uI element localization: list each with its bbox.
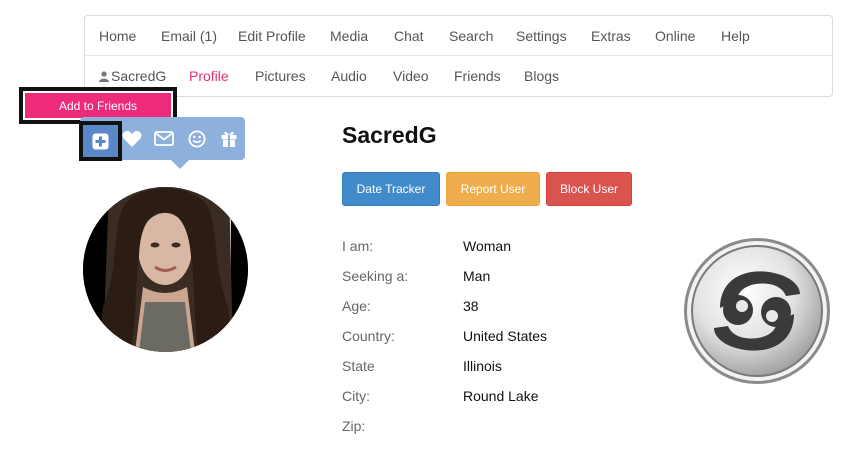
nav-user[interactable]: SacredG bbox=[99, 68, 166, 84]
nav-video[interactable]: Video bbox=[393, 68, 429, 84]
cancer-zodiac-icon bbox=[684, 238, 830, 384]
smile-icon bbox=[188, 130, 206, 147]
detail-label-i-am: I am: bbox=[342, 238, 374, 254]
detail-value-country: United States bbox=[463, 328, 548, 344]
gift-button[interactable] bbox=[215, 117, 243, 160]
heart-icon bbox=[122, 130, 142, 147]
favorite-button[interactable] bbox=[118, 117, 146, 160]
envelope-icon bbox=[154, 131, 174, 146]
detail-value-i-am: Woman bbox=[463, 238, 511, 254]
detail-label-state: State bbox=[342, 358, 375, 374]
nav-username: SacredG bbox=[111, 68, 167, 84]
nav-audio[interactable]: Audio bbox=[331, 68, 367, 84]
nav-extras[interactable]: Extras bbox=[591, 28, 631, 44]
nav-row-profile: SacredG Profile Pictures Audio Video Fri… bbox=[85, 56, 832, 96]
report-user-button[interactable]: Report User bbox=[446, 172, 540, 206]
avatar[interactable] bbox=[83, 187, 248, 352]
plus-square-icon bbox=[92, 133, 109, 149]
message-button[interactable] bbox=[150, 117, 178, 160]
detail-label-age: Age: bbox=[342, 298, 371, 314]
nav-profile[interactable]: Profile bbox=[189, 68, 229, 84]
user-icon bbox=[99, 71, 109, 82]
nav-media[interactable]: Media bbox=[330, 28, 368, 44]
tooltip-label: Add to Friends bbox=[25, 93, 171, 118]
detail-value-seeking: Man bbox=[463, 268, 491, 284]
nav-home[interactable]: Home bbox=[99, 28, 136, 44]
detail-value-age: 38 bbox=[463, 298, 479, 314]
nav-friends[interactable]: Friends bbox=[454, 68, 501, 84]
nav-help[interactable]: Help bbox=[721, 28, 750, 44]
gift-icon bbox=[221, 131, 237, 147]
profile-photo bbox=[83, 187, 248, 352]
nav-online[interactable]: Online bbox=[655, 28, 695, 44]
nav-settings[interactable]: Settings bbox=[516, 28, 567, 44]
nav-pictures[interactable]: Pictures bbox=[255, 68, 306, 84]
nav-email[interactable]: Email (1) bbox=[161, 28, 217, 44]
date-tracker-button[interactable]: Date Tracker bbox=[342, 172, 440, 206]
detail-value-city: Round Lake bbox=[463, 388, 539, 404]
detail-label-country: Country: bbox=[342, 328, 395, 344]
detail-value-state: Illinois bbox=[463, 358, 502, 374]
detail-label-city: City: bbox=[342, 388, 370, 404]
profile-username: SacredG bbox=[342, 122, 437, 148]
nav-row-main: Home Email (1) Edit Profile Media Chat S… bbox=[85, 16, 832, 56]
nav-chat[interactable]: Chat bbox=[394, 28, 424, 44]
detail-label-seeking: Seeking a: bbox=[342, 268, 409, 284]
add-friend-button[interactable] bbox=[79, 121, 122, 161]
wink-button[interactable] bbox=[183, 117, 211, 160]
nav-blogs[interactable]: Blogs bbox=[524, 68, 559, 84]
detail-label-zip: Zip: bbox=[342, 418, 366, 434]
block-user-button[interactable]: Block User bbox=[546, 172, 632, 206]
nav-panel: Home Email (1) Edit Profile Media Chat S… bbox=[84, 15, 833, 97]
nav-search[interactable]: Search bbox=[449, 28, 493, 44]
nav-edit-profile[interactable]: Edit Profile bbox=[238, 28, 306, 44]
